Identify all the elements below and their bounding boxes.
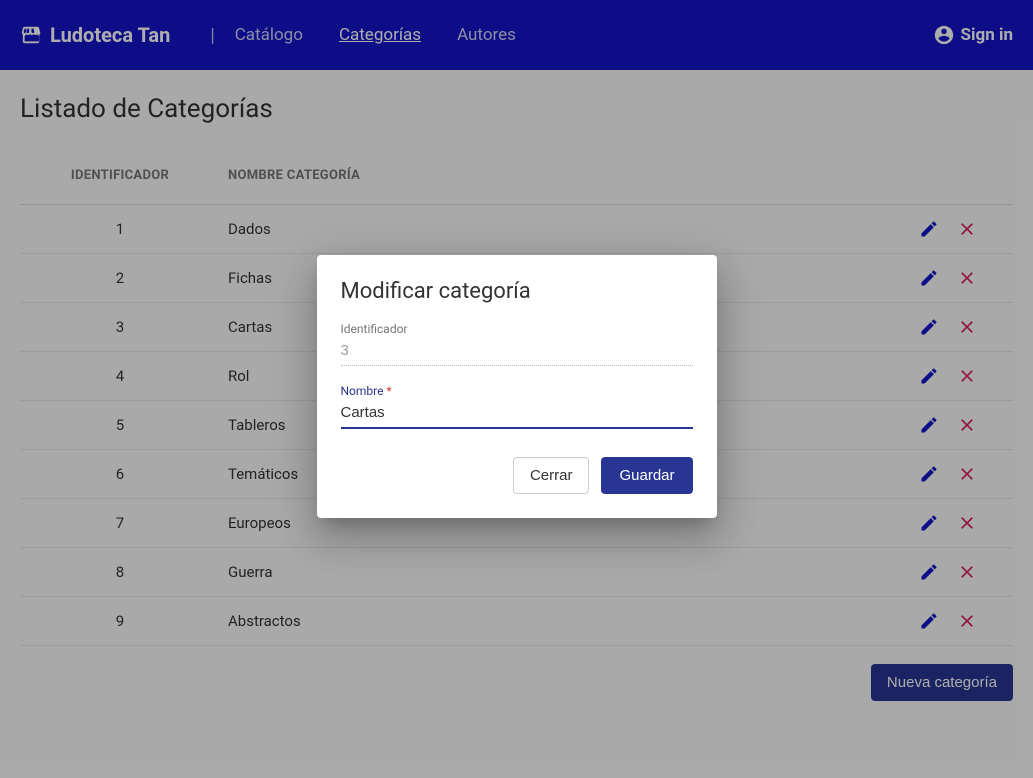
close-button[interactable]: Cerrar <box>513 457 590 494</box>
field-id: Identificador <box>341 322 693 366</box>
field-id-label: Identificador <box>341 322 693 336</box>
dialog-title: Modificar categoría <box>341 279 693 304</box>
field-name-label: Nombre * <box>341 384 693 398</box>
dialog-overlay[interactable]: Modificar categoría Identificador Nombre… <box>0 0 1033 778</box>
field-id-input <box>341 338 693 365</box>
edit-category-dialog: Modificar categoría Identificador Nombre… <box>317 255 717 518</box>
field-name-input[interactable] <box>341 400 693 427</box>
field-name: Nombre * <box>341 384 693 429</box>
save-button[interactable]: Guardar <box>601 457 692 494</box>
